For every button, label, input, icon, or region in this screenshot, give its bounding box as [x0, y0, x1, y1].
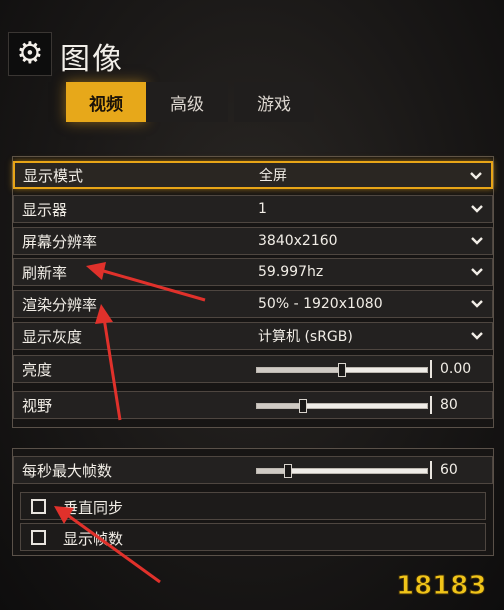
brightness-slider-fill: [257, 368, 342, 372]
render-resolution-label: 渲染分辨率: [22, 295, 98, 314]
max-fps-slider-thumb[interactable]: [283, 464, 292, 478]
display-gamma-value: 计算机 (sRGB): [258, 329, 353, 345]
vsync-checkbox[interactable]: [31, 499, 46, 514]
display-mode-dropdown[interactable]: 显示模式 全屏: [13, 161, 493, 189]
show-fps-checkbox[interactable]: [31, 530, 46, 545]
render-resolution-dropdown[interactable]: 渲染分辨率 50% - 1920x1080: [13, 290, 493, 318]
chevron-down-icon[interactable]: [470, 328, 484, 342]
monitor-dropdown[interactable]: 显示器 1: [13, 195, 493, 223]
fov-slider[interactable]: [256, 399, 428, 413]
brightness-slider-row: 亮度 0.00: [13, 355, 493, 383]
brightness-label: 亮度: [22, 360, 53, 379]
chevron-down-icon[interactable]: [470, 296, 484, 310]
display-mode-value: 全屏: [259, 168, 287, 184]
fov-slider-thumb[interactable]: [298, 399, 307, 413]
max-fps-slider[interactable]: [256, 464, 428, 478]
screen-resolution-value: 3840x2160: [258, 233, 338, 249]
max-fps-value: 60: [440, 462, 458, 478]
fov-value: 80: [440, 397, 458, 413]
fov-label: 视野: [22, 396, 53, 415]
vsync-row[interactable]: 垂直同步: [20, 492, 486, 520]
show-fps-row[interactable]: 显示帧数: [20, 523, 486, 551]
screen: ⚙ 图像 视频 高级 游戏 显示模式 全屏 显示器 1 屏幕分辨率 3840x2…: [0, 0, 504, 610]
brightness-slider-thumb[interactable]: [338, 363, 346, 377]
render-resolution-value: 50% - 1920x1080: [258, 296, 383, 312]
slider-end-mark: [430, 396, 432, 414]
max-fps-label: 每秒最大帧数: [22, 461, 113, 480]
brightness-value: 0.00: [440, 361, 472, 377]
gear-icon: ⚙: [8, 32, 52, 76]
tab-video[interactable]: 视频: [66, 82, 146, 122]
slider-end-mark: [430, 461, 432, 479]
slider-end-mark: [430, 360, 432, 378]
show-fps-label: 显示帧数: [63, 530, 124, 548]
chevron-down-icon[interactable]: [470, 233, 484, 247]
max-fps-slider-row: 每秒最大帧数 60: [13, 456, 493, 484]
display-gamma-dropdown[interactable]: 显示灰度 计算机 (sRGB): [13, 322, 493, 350]
vsync-label: 垂直同步: [63, 499, 124, 517]
display-gamma-label: 显示灰度: [22, 327, 83, 346]
refresh-rate-dropdown[interactable]: 刷新率 59.997hz: [13, 258, 493, 286]
monitor-value: 1: [258, 201, 267, 217]
screen-resolution-dropdown[interactable]: 屏幕分辨率 3840x2160: [13, 227, 493, 255]
tab-game[interactable]: 游戏: [234, 82, 314, 122]
screen-resolution-label: 屏幕分辨率: [22, 232, 98, 251]
display-mode-label: 显示模式: [23, 166, 84, 185]
chevron-down-icon[interactable]: [470, 264, 484, 278]
page-title: 图像: [60, 42, 124, 77]
brightness-slider[interactable]: [256, 363, 428, 377]
watermark-text: 18183: [396, 571, 486, 601]
fov-slider-fill: [257, 404, 303, 408]
refresh-rate-value: 59.997hz: [258, 264, 324, 280]
watermark-logo: 18183: [388, 566, 498, 602]
tab-advanced[interactable]: 高级: [146, 82, 228, 122]
fov-slider-row: 视野 80: [13, 391, 493, 419]
chevron-down-icon[interactable]: [469, 168, 483, 182]
monitor-label: 显示器: [22, 200, 68, 219]
chevron-down-icon[interactable]: [470, 201, 484, 215]
refresh-rate-label: 刷新率: [22, 263, 68, 282]
